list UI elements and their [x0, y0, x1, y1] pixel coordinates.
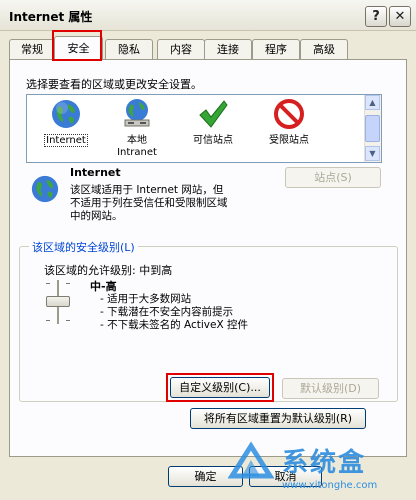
- zone-label: 受限站点: [269, 135, 309, 146]
- tab-content[interactable]: 内容: [157, 39, 205, 59]
- zone-label: 可信站点: [193, 135, 233, 146]
- level-bullet: - 不下载未签名的 ActiveX 控件: [100, 319, 248, 331]
- selected-zone-description: 该区域适用于 Internet 网站，但 不适用于列在受信任和受限制区域 中的网…: [70, 184, 228, 222]
- tab-general[interactable]: 常规: [9, 39, 55, 59]
- security-level-label: 该区域的安全级别(L): [29, 239, 138, 255]
- title-bar: Internet 属性 ? ✕: [0, 0, 416, 31]
- tab-privacy[interactable]: 隐私: [105, 39, 153, 59]
- checkmark-icon: [199, 100, 228, 128]
- zone-trusted-sites[interactable]: 可信站点: [180, 95, 246, 161]
- zone-list-scrollbar[interactable]: ▲ ▼: [364, 95, 381, 162]
- close-button[interactable]: ✕: [389, 6, 411, 27]
- level-bullet: - 适用于大多数网站: [100, 293, 192, 305]
- scroll-up-icon[interactable]: ▲: [365, 95, 380, 110]
- zone-prompt: 选择要查看的区域或更改安全设置。: [26, 78, 202, 91]
- level-bullet: - 下载潜在不安全内容前提示: [100, 306, 234, 318]
- window-title: Internet 属性: [9, 10, 93, 24]
- slider-tick: [46, 283, 50, 284]
- zone-list[interactable]: Internet 本地 Intranet 可信站点 受限站点 ▲ ▼: [26, 94, 382, 163]
- custom-level-highlight-box: [166, 373, 274, 402]
- security-slider-thumb[interactable]: [46, 296, 70, 307]
- zone-restricted-sites[interactable]: 受限站点: [256, 95, 322, 161]
- level-name: 中-高: [90, 280, 117, 293]
- watermark-name: 系统盒: [282, 448, 367, 478]
- watermark: 系统盒 www.xitonghe.com: [228, 440, 414, 500]
- tab-programs[interactable]: 程序: [252, 39, 300, 59]
- watermark-logo-icon: [228, 441, 274, 479]
- globe-icon: [52, 100, 80, 128]
- globe-icon: [31, 175, 59, 203]
- slider-tick: [66, 283, 70, 284]
- slider-tick: [46, 320, 50, 321]
- default-level-button[interactable]: 默认级别(D): [282, 378, 379, 399]
- restricted-icon: [274, 99, 304, 129]
- local-intranet-icon: [124, 99, 150, 127]
- zone-label: Internet: [44, 134, 88, 147]
- tab-connections[interactable]: 连接: [204, 39, 252, 59]
- watermark-url: www.xitonghe.com: [282, 480, 378, 491]
- slider-tick: [66, 320, 70, 321]
- zone-label: 本地 Intranet: [117, 135, 157, 158]
- zone-internet[interactable]: Internet: [33, 95, 99, 161]
- tab-highlight-box: [52, 30, 102, 61]
- selected-zone-title: Internet: [70, 166, 121, 179]
- allowed-level-text: 该区域的允许级别: 中到高: [44, 264, 173, 277]
- reset-all-zones-button[interactable]: 将所有区域重置为默认级别(R): [190, 408, 366, 429]
- scroll-thumb[interactable]: [365, 115, 380, 142]
- help-button[interactable]: ?: [365, 6, 387, 27]
- tab-advanced[interactable]: 高级: [300, 39, 348, 59]
- zone-local-intranet[interactable]: 本地 Intranet: [104, 95, 170, 161]
- scroll-down-icon[interactable]: ▼: [365, 146, 380, 161]
- sites-button[interactable]: 站点(S): [285, 167, 381, 188]
